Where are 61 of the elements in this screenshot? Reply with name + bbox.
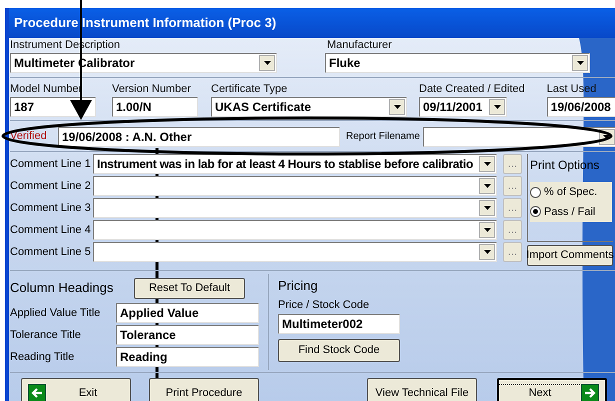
caret-icon [484,228,490,232]
field-label: Comment Line 4 [10,222,92,238]
field-label: Comment Line 1 [10,156,92,172]
caret-icon [494,105,500,109]
dropdown-button[interactable] [479,178,495,194]
dropdown-button[interactable] [572,55,588,71]
caret-icon [484,162,490,166]
input-field[interactable]: 19/06/2008 : A.N. Other [58,126,340,146]
dropdown-button[interactable] [489,99,505,115]
input-field[interactable]: Multimeter002 [278,314,400,334]
button[interactable]: Next [497,378,607,401]
dropdown-field[interactable] [93,242,497,262]
right-arrow-icon [581,384,599,401]
input-field[interactable]: 1.00/N [112,97,198,117]
input-field[interactable]: Applied Value [116,303,259,323]
dropdown-field[interactable] [93,176,497,196]
field-label: Price / Stock Code [278,298,370,313]
button[interactable]: Find Stock Code [278,338,400,362]
field-label: Tolerance Title [10,328,82,343]
left-arrow-icon [28,384,46,401]
field-label: Comment Line 2 [10,178,92,194]
caret-icon [484,184,490,188]
input-field[interactable]: 19/06/2008 [546,97,615,117]
dropdown-field[interactable]: Fluke [325,53,590,73]
dropdown-button[interactable] [479,244,495,260]
field-label: Applied Value Title [10,306,102,321]
dropdown-field[interactable] [422,126,615,146]
caret-icon [603,134,610,138]
dropdown-button[interactable] [389,99,405,115]
field-label: Comment Line 3 [10,200,92,216]
input-field[interactable]: Tolerance [116,325,259,345]
section-title: Column Headings [10,279,114,298]
button[interactable]: Exit [21,378,131,401]
dropdown-field[interactable]: UKAS Certificate [211,97,407,117]
caret-icon [484,206,490,210]
field-label: Version Number [112,83,192,96]
section-title: Pricing [278,278,319,294]
dropdown-field[interactable] [93,220,497,240]
field-label: Report Filename [346,130,420,144]
field-label: Certificate Type [211,83,288,96]
field-label: Comment Line 5 [10,244,92,260]
dropdown-button[interactable] [479,200,495,216]
input-field[interactable]: Reading [116,347,259,367]
dropdown-button[interactable] [479,222,495,238]
radio-option[interactable]: Pass / Fail [530,204,612,220]
dropdown-button[interactable] [479,156,495,172]
window-title: Procedure Instrument Information (Proc 3) [9,8,615,38]
button[interactable]: Reset To Default [134,278,245,298]
caret-icon [394,105,400,109]
button[interactable]: Print Procedure [149,378,259,401]
dropdown-field[interactable]: Instrument was in lab for at least 4 Hours to stablise before calibratio [93,154,497,174]
field-label: Reading Title [10,350,76,365]
field-label: Manufacturer [326,39,393,52]
dropdown-field[interactable]: 09/11/2001 [419,97,507,117]
caret-icon [576,61,584,65]
dropdown-field[interactable] [93,198,497,218]
field-label: Date Created / Edited [419,83,525,96]
verified-label: Verified [10,129,48,144]
caret-icon [484,250,490,254]
radio-option[interactable]: % of Spec. [530,184,612,200]
button[interactable]: View Technical File [367,378,477,401]
